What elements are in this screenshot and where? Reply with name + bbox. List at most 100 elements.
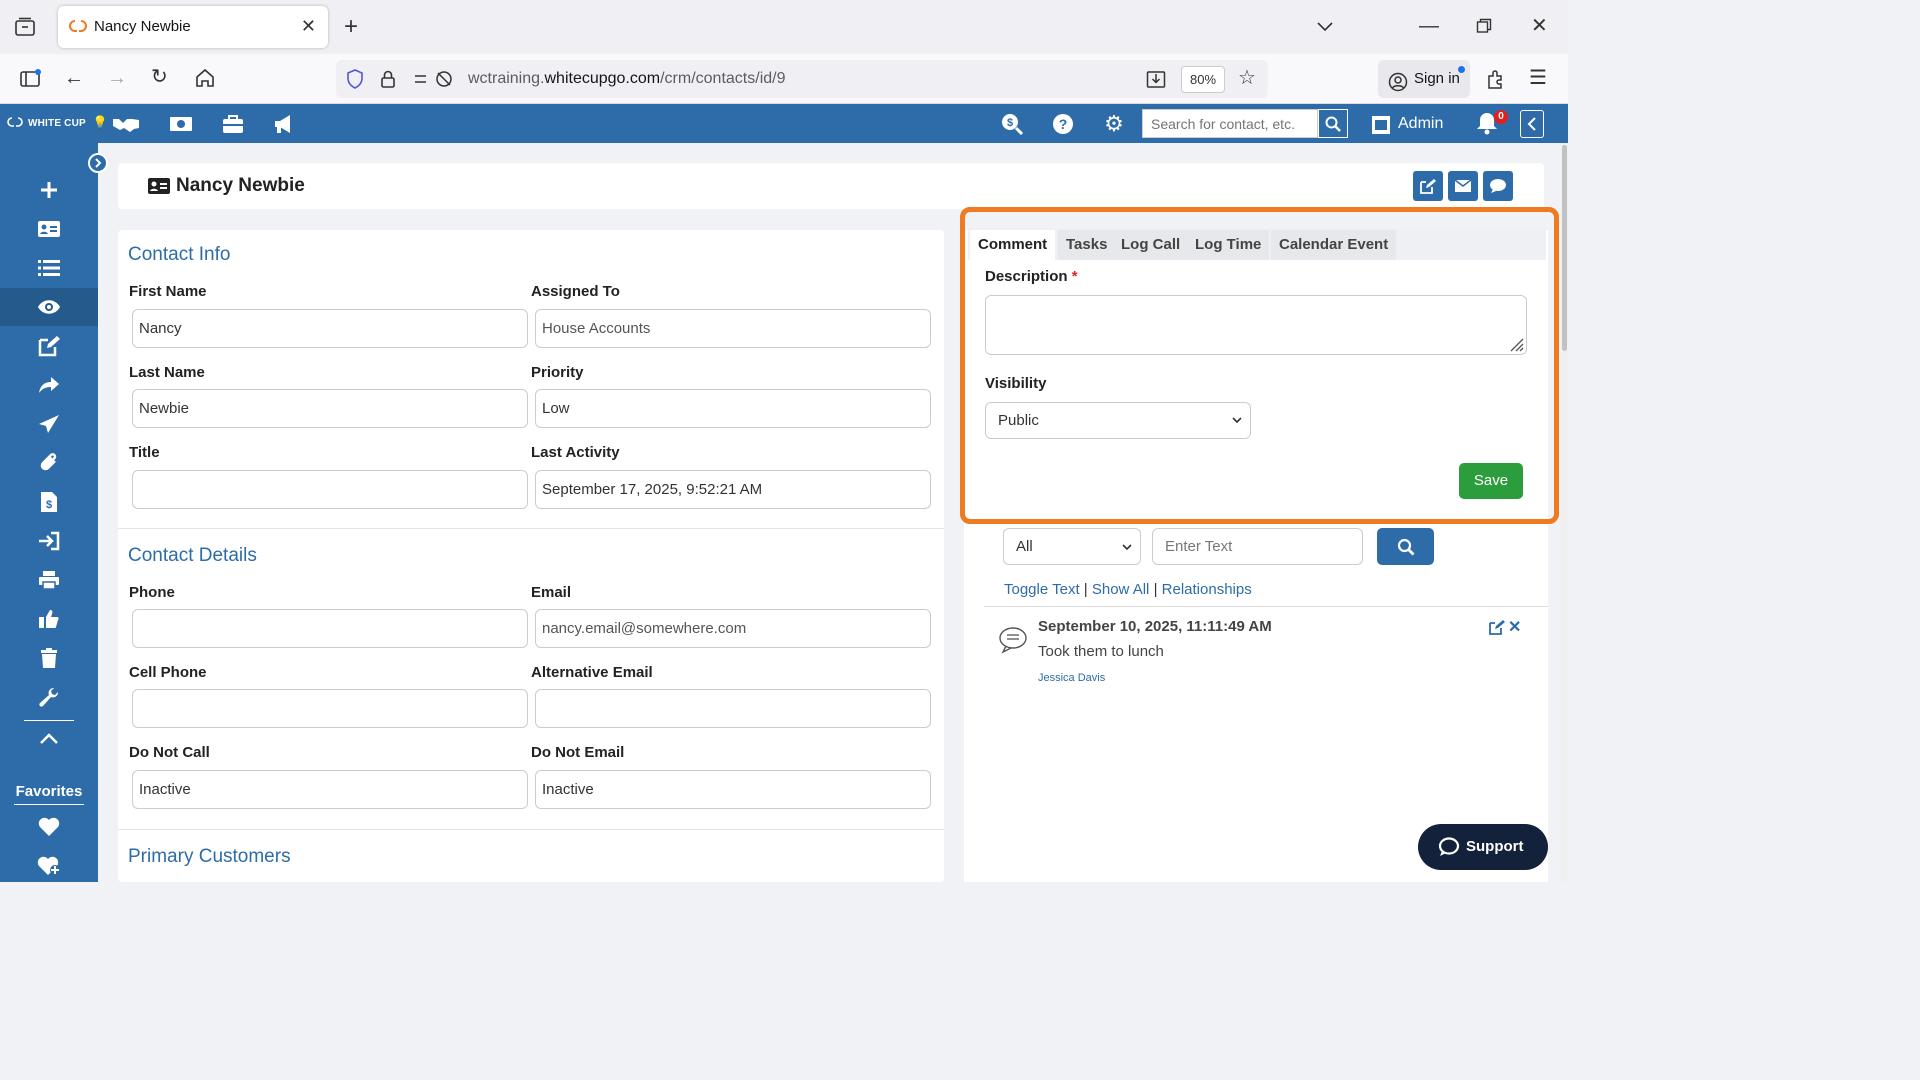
phone-field[interactable] <box>132 609 528 648</box>
search-input[interactable] <box>1142 109 1318 138</box>
sign-in-button[interactable]: Sign in <box>1378 60 1470 98</box>
show-all-link[interactable]: Show All <box>1092 581 1150 598</box>
delete-activity-icon[interactable]: ✕ <box>1508 617 1521 637</box>
sidebar-item-contact-card[interactable] <box>0 210 98 248</box>
cell-phone-field[interactable] <box>132 689 528 728</box>
last-name-field[interactable]: Newbie <box>132 389 528 428</box>
sidebar-item-tools[interactable] <box>0 678 98 716</box>
comment-contact-button[interactable] <box>1483 171 1513 201</box>
sidebar-item-print[interactable] <box>0 561 98 599</box>
sidebar-collapse-up[interactable] <box>0 720 98 758</box>
money-icon[interactable] <box>165 104 197 143</box>
minimize-icon[interactable]: — <box>1419 16 1439 36</box>
chevron-down-icon[interactable] <box>1316 16 1334 36</box>
reload-icon[interactable]: ↻ <box>151 67 168 87</box>
page-title: Nancy Newbie <box>176 175 305 196</box>
support-button[interactable]: Support <box>1418 824 1548 870</box>
briefcase-icon[interactable] <box>217 104 249 143</box>
sidebar-item-delete[interactable] <box>0 639 98 677</box>
user-avatar-icon <box>1372 116 1390 144</box>
admin-label: Admin <box>1398 115 1444 132</box>
handshake-icon[interactable] <box>110 104 142 143</box>
search-icon[interactable] <box>1318 109 1348 138</box>
sidebar-expand-button[interactable] <box>88 153 108 173</box>
sidebar-item-add-favorite[interactable] <box>0 847 98 885</box>
alt-email-label: Alternative Email <box>531 664 653 681</box>
extensions-icon[interactable] <box>1486 68 1506 94</box>
address-bar[interactable]: wctraining.whitecupgo.com/crm/contacts/i… <box>336 60 1268 98</box>
edit-icon <box>1420 179 1436 194</box>
activity-search-input[interactable]: Enter Text <box>1152 528 1363 565</box>
shield-icon[interactable] <box>346 69 364 93</box>
scrollbar-thumb[interactable] <box>1562 145 1567 351</box>
priority-field[interactable]: Low <box>535 389 931 428</box>
activity-filter-select[interactable]: All <box>1003 528 1141 565</box>
megaphone-icon[interactable] <box>268 104 300 143</box>
lock-icon[interactable] <box>380 69 396 93</box>
sidebar-item-like[interactable] <box>0 600 98 638</box>
activity-user-link[interactable]: Jessica Davis <box>1038 672 1105 684</box>
home-icon[interactable] <box>195 68 215 92</box>
relationships-link[interactable]: Relationships <box>1162 581 1252 598</box>
sidebar-item-login[interactable] <box>0 522 98 560</box>
activity-search-button[interactable] <box>1377 528 1434 565</box>
browser-tab[interactable]: Nancy Newbie ✕ <box>58 6 328 48</box>
help-icon[interactable]: ? <box>1047 104 1079 143</box>
do-not-email-field[interactable]: Inactive <box>535 770 931 809</box>
invoice-dollar-icon: $ <box>41 492 57 512</box>
contact-form-card: Contact Info First Name Nancy Assigned T… <box>118 230 944 882</box>
contact-card-icon <box>38 221 60 237</box>
comment-icon <box>1490 179 1506 193</box>
whitecup-logo[interactable]: WHITE CUP 💡 <box>5 115 108 129</box>
last-activity-field[interactable]: September 17, 2025, 9:52:21 AM <box>535 470 931 509</box>
wrench-icon <box>39 687 59 707</box>
sidebar-item-attachments[interactable] <box>0 444 98 482</box>
gear-icon[interactable]: ⚙ <box>1098 104 1130 143</box>
section-divider <box>118 528 944 529</box>
whitecup-favicon-icon <box>68 19 87 33</box>
sidebar-item-view[interactable] <box>0 288 98 326</box>
menu-icon[interactable]: ☰ <box>1529 68 1547 88</box>
zoom-level[interactable]: 80% <box>1181 66 1225 93</box>
tab-list-icon[interactable] <box>14 17 36 41</box>
sidebar-item-add[interactable] <box>0 171 98 209</box>
admin-user-menu[interactable]: Admin <box>1366 110 1456 138</box>
collapse-panel-button[interactable] <box>1520 110 1544 138</box>
forward-arrow-icon[interactable]: → <box>107 68 127 88</box>
alt-email-field[interactable] <box>535 689 931 728</box>
contact-info-heading: Contact Info <box>128 244 231 265</box>
new-tab-icon[interactable]: + <box>344 15 358 39</box>
dollar-search-icon[interactable]: $ <box>996 104 1028 143</box>
download-icon[interactable] <box>1146 69 1166 93</box>
chevron-down-icon <box>1122 544 1132 551</box>
notification-dot <box>1458 66 1465 73</box>
title-field[interactable] <box>132 470 528 509</box>
email-contact-button[interactable] <box>1448 171 1478 201</box>
sidebar-item-send[interactable] <box>0 405 98 443</box>
priority-label: Priority <box>531 364 584 381</box>
back-arrow-icon[interactable]: ← <box>64 68 84 88</box>
email-field[interactable]: nancy.email@somewhere.com <box>535 609 931 648</box>
svg-text:$: $ <box>1007 117 1013 129</box>
section-divider <box>118 829 944 830</box>
assigned-to-field[interactable]: House Accounts <box>535 309 931 348</box>
scrollbar[interactable] <box>1561 143 1568 882</box>
sidebar-toggle-icon[interactable] <box>20 68 42 92</box>
cell-phone-label: Cell Phone <box>129 664 207 681</box>
close-window-icon[interactable]: ✕ <box>1531 16 1548 36</box>
do-not-call-field[interactable]: Inactive <box>132 770 528 809</box>
permissions-icon[interactable] <box>414 70 454 92</box>
sidebar-item-invoice[interactable]: $ <box>0 483 98 521</box>
restore-icon[interactable] <box>1476 18 1492 38</box>
edit-activity-icon[interactable] <box>1489 619 1505 640</box>
sidebar-item-share[interactable] <box>0 366 98 404</box>
sidebar-item-list[interactable] <box>0 249 98 287</box>
sidebar-item-edit[interactable] <box>0 327 98 365</box>
bookmark-star-icon[interactable]: ☆ <box>1238 68 1256 88</box>
edit-contact-button[interactable] <box>1413 171 1443 201</box>
first-name-field[interactable]: Nancy <box>132 309 528 348</box>
toggle-text-link[interactable]: Toggle Text <box>1004 581 1080 598</box>
contact-details-heading: Contact Details <box>128 545 257 566</box>
sidebar-item-favorites[interactable] <box>0 808 98 846</box>
close-tab-icon[interactable]: ✕ <box>301 16 316 37</box>
